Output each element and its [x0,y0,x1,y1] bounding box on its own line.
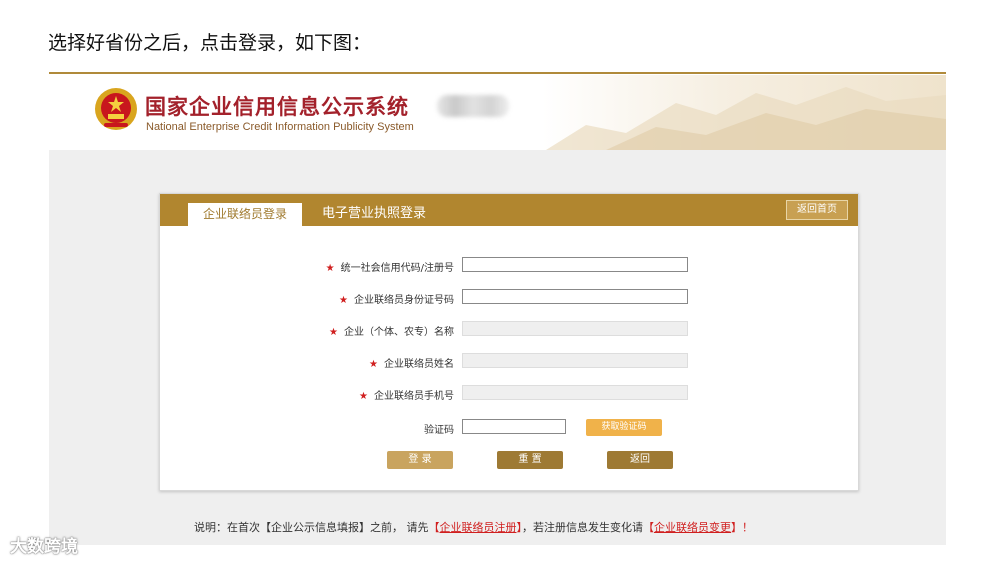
register-link[interactable]: 企业联络员注册 [440,521,517,534]
notice-text: 说明：在首次【企业公示信息填报】之前， 请先【企业联络员注册】，若注册信息发生变… [194,521,753,534]
form-row-phone: ★ 企业联络员手机号 [160,385,858,403]
required-star-icon: ★ [339,295,348,306]
form-row-captcha: 验证码 获取验证码 [160,419,858,437]
reset-button[interactable]: 重 置 [497,451,563,469]
required-star-icon: ★ [325,263,335,274]
field-label: 企业（个体、农专）名称 [344,327,454,338]
change-link[interactable]: 企业联络员变更 [654,521,731,534]
required-star-icon: ★ [369,359,378,370]
blurred-region [437,95,509,117]
site-subtitle: National Enterprise Credit Information P… [146,121,414,133]
form-row-id-number: ★ 企业联络员身份证号码 [160,289,858,307]
login-button[interactable]: 登 录 [387,451,453,469]
required-star-icon: ★ [359,391,368,402]
login-panel: 企业联络员登录 电子营业执照登录 返回首页 ★ 统一社会信用代码/注册号 ★ 企业联… [159,193,859,491]
back-button[interactable]: 返回 [607,451,673,469]
mountain-decoration [546,87,946,150]
id-number-input[interactable] [462,289,688,304]
field-label: 企业联络员身份证号码 [354,295,454,306]
site-title: 国家企业信用信息公示系统 [145,94,409,119]
tab-e-license-login[interactable]: 电子营业执照登录 [322,205,426,223]
national-emblem-icon [95,88,137,130]
screenshot-frame: 国家企业信用信息公示系统 National Enterprise Credit … [49,75,946,545]
tab-contact-login[interactable]: 企业联络员登录 [188,203,302,226]
caption-text: 选择好省份之后，点击登录，如下图： [48,32,372,54]
form-row-credit-code: ★ 统一社会信用代码/注册号 [160,257,858,275]
field-label: 统一社会信用代码/注册号 [340,263,454,274]
back-home-button[interactable]: 返回首页 [786,200,848,220]
watermark-text: 大数跨境 [10,537,78,557]
credit-code-input[interactable] [462,257,688,272]
divider-line [49,72,946,74]
field-label: 企业联络员手机号 [374,391,454,402]
form-row-contact-name: ★ 企业联络员姓名 [160,353,858,371]
captcha-label: 验证码 [424,425,454,436]
phone-input [462,385,688,400]
form-row-company-name: ★ 企业（个体、农专）名称 [160,321,858,339]
required-star-icon: ★ [329,327,338,338]
contact-name-input [462,353,688,368]
watermark-logo: 大数跨境 [10,532,78,557]
captcha-input[interactable] [462,419,566,434]
company-name-input [462,321,688,336]
panel-header: 企业联络员登录 电子营业执照登录 返回首页 [160,194,858,226]
form-actions: 登 录 重 置 返回 [160,451,858,469]
field-label: 企业联络员姓名 [384,359,454,370]
site-banner: 国家企业信用信息公示系统 National Enterprise Credit … [49,75,946,150]
get-code-button[interactable]: 获取验证码 [586,419,662,436]
